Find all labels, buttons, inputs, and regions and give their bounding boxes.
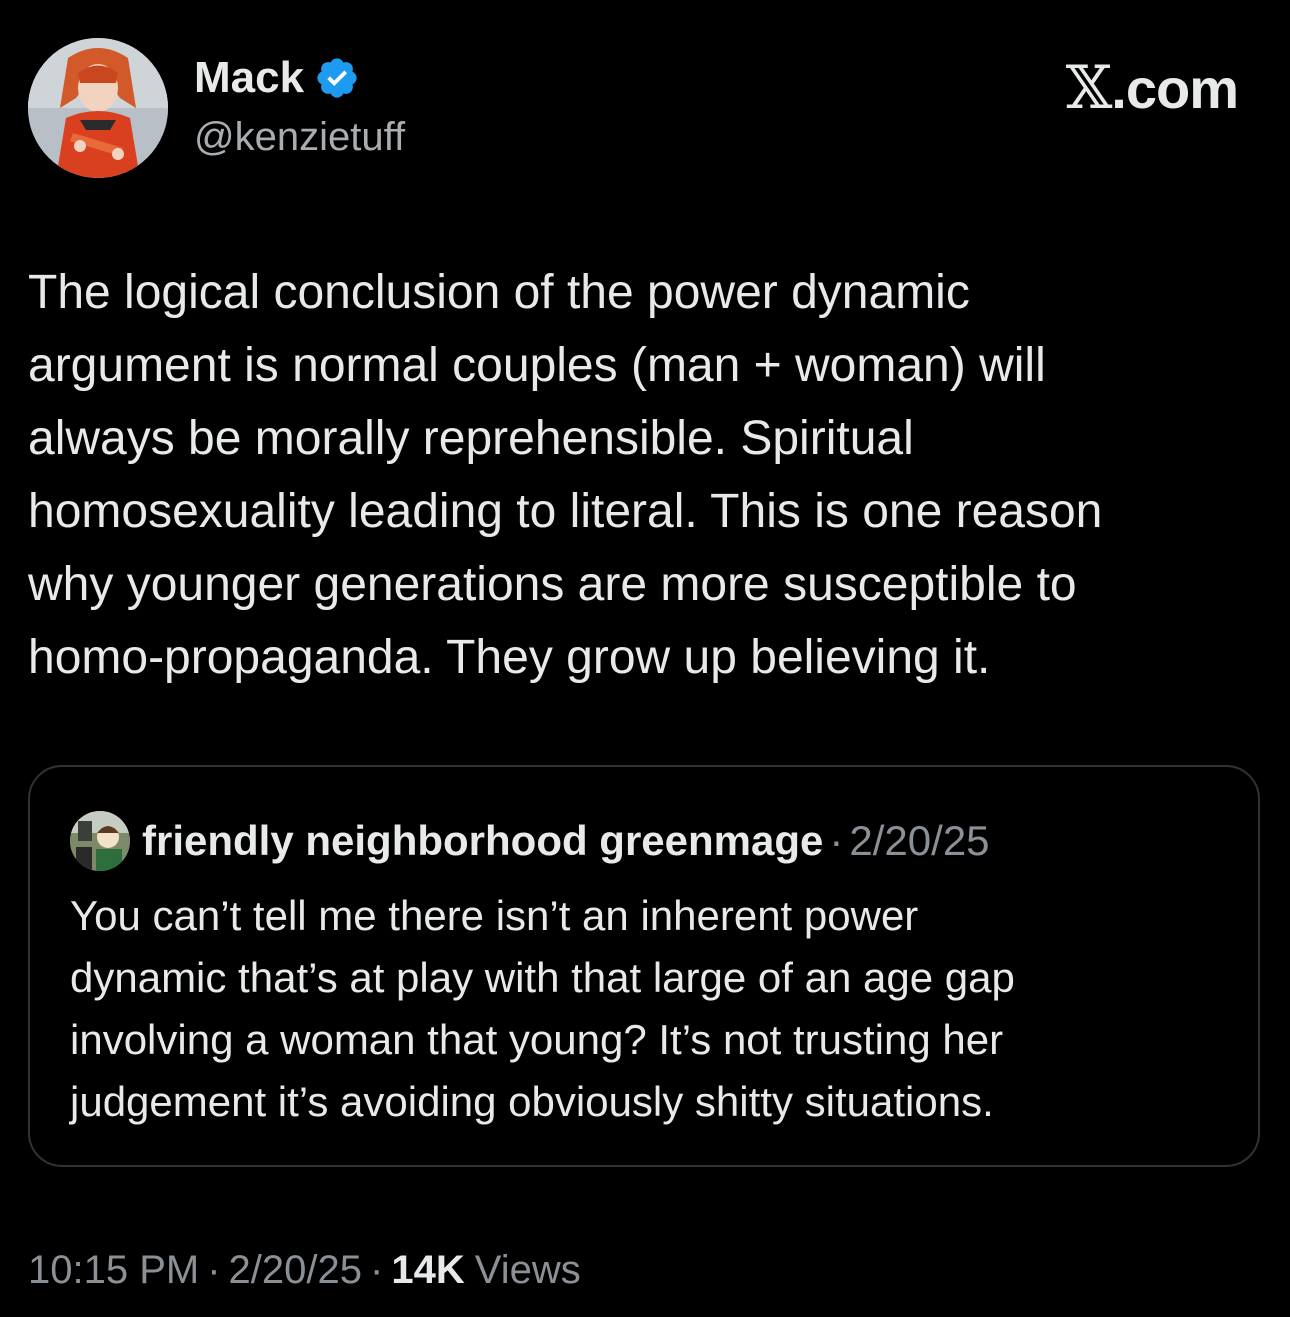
meta-separator: · [207,1248,221,1292]
quoted-author-avatar [70,811,130,871]
verified-badge-icon [317,58,357,98]
author-avatar[interactable] [28,38,168,178]
tweet-meta: 10:15 PM · 2/20/25 · 14K Views [28,1244,581,1296]
quoted-author-avatar-image [70,811,130,871]
brand-logo: 𝕏.com [1065,53,1239,123]
quoted-tweet-date: 2/20/25 [849,817,990,864]
author-name-row: Mack [194,52,360,104]
quoted-author-display-name: friendly neighborhood greenmage [142,817,824,864]
quoted-tweet-card[interactable]: friendly neighborhood greenmage · 2/20/2… [28,765,1260,1167]
author-handle[interactable]: @kenzietuff [194,112,405,162]
x-logo-icon: 𝕏 [1065,53,1113,123]
tweet-time[interactable]: 10:15 PM [28,1244,199,1296]
quoted-tweet-text: You can’t tell me there isn’t an inheren… [70,892,1015,1125]
meta-separator: · [370,1248,384,1292]
quoted-header-separator: · [829,817,844,864]
tweet-date[interactable]: 2/20/25 [229,1244,362,1296]
quoted-tweet-header: friendly neighborhood greenmage · 2/20/2… [70,811,990,871]
brand-domain-text: .com [1111,57,1239,120]
author-display-name[interactable]: Mack [194,52,304,104]
tweet-text: The logical conclusion of the power dyna… [28,266,1103,684]
views-label: Views [474,1248,581,1292]
author-avatar-image [28,38,168,178]
views-count: 14K [391,1248,465,1292]
